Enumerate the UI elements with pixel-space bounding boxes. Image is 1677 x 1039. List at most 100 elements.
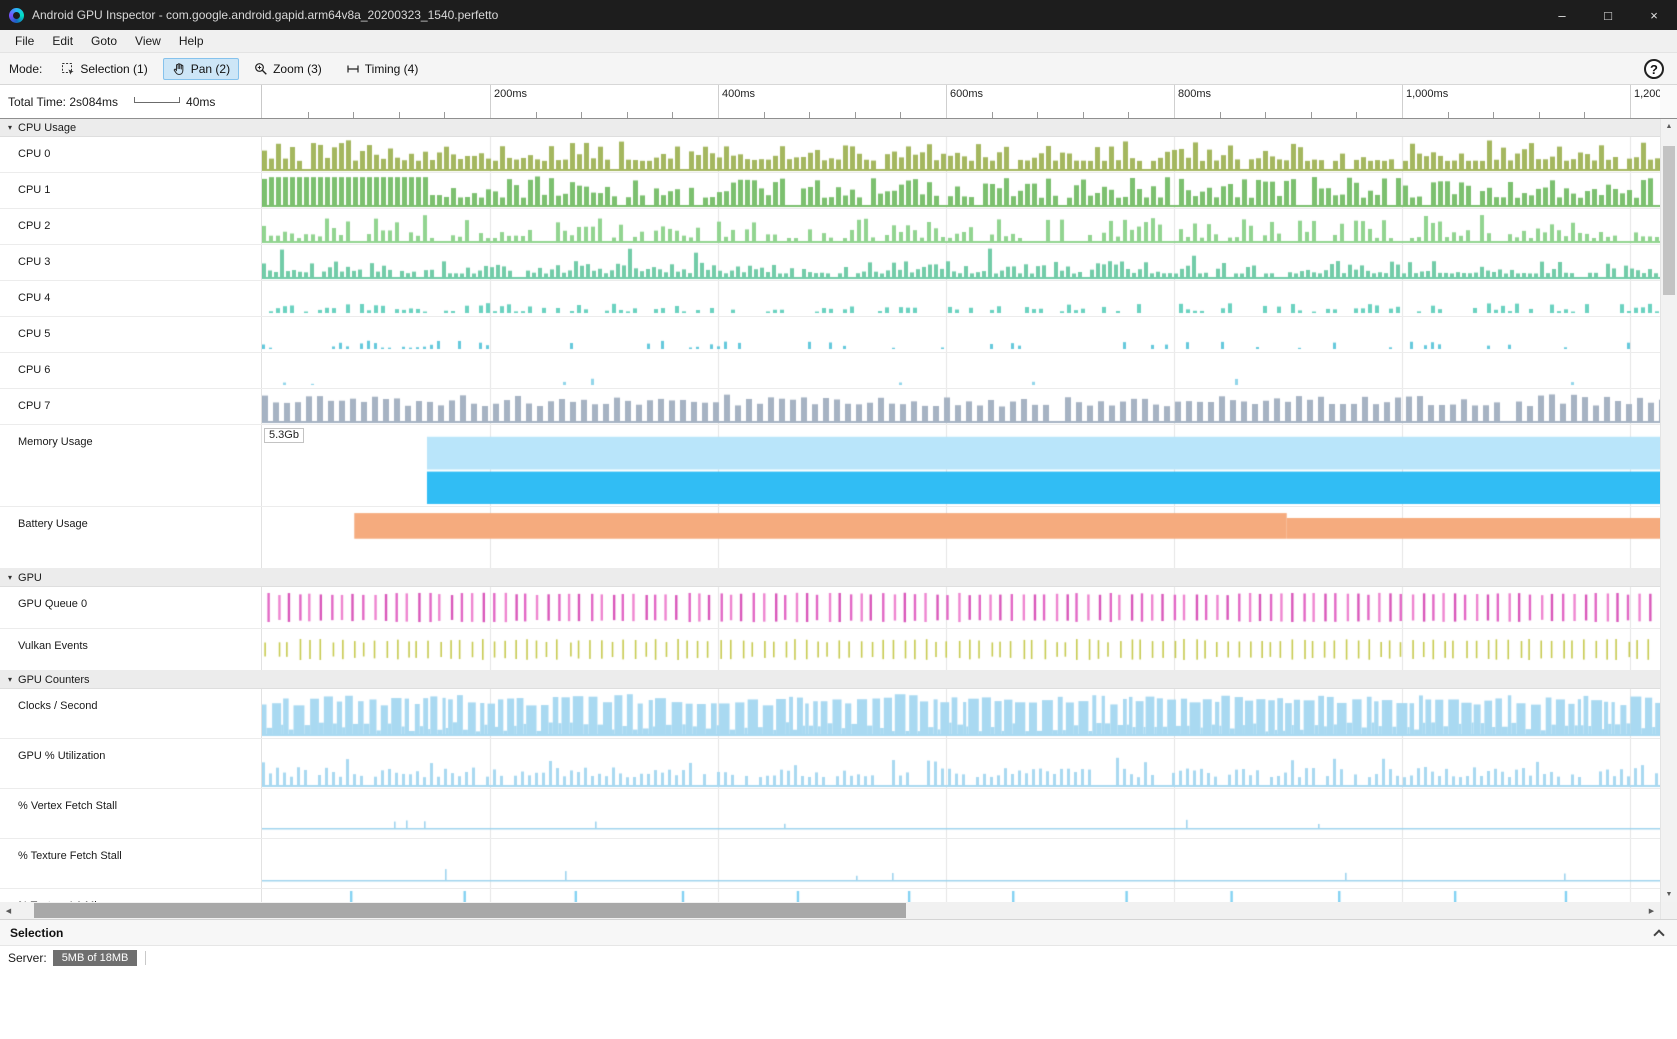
scroll-down-icon[interactable]: ▼: [1661, 887, 1677, 902]
chart-battery-usage[interactable]: [262, 507, 1660, 568]
chart-canvas-cpu-1[interactable]: [262, 173, 1660, 208]
help-button[interactable]: ?: [1644, 59, 1664, 79]
vertical-scrollbar-thumb[interactable]: [1663, 146, 1675, 295]
track-label-vertex-fetch-stall: % Vertex Fetch Stall: [0, 789, 262, 838]
menu-goto[interactable]: Goto: [82, 31, 126, 51]
collapse-icon: ▾: [8, 124, 12, 132]
menu-edit[interactable]: Edit: [43, 31, 82, 51]
horizontal-scrollbar[interactable]: ◀ ▶: [0, 902, 1677, 919]
chart-canvas-clocks-second[interactable]: [262, 689, 1660, 738]
mode-button-pan-2[interactable]: Pan (2): [163, 58, 239, 80]
chart-texture-l1-miss[interactable]: [262, 889, 1660, 902]
chart-canvas-texture-fetch-stall[interactable]: [262, 839, 1660, 888]
ruler-minor-tick: [1584, 112, 1585, 118]
track-row-battery-usage: Battery Usage: [0, 507, 1660, 569]
app-window: Android GPU Inspector - com.google.andro…: [0, 0, 1677, 1039]
ruler-corner: [1660, 85, 1677, 118]
minimize-button[interactable]: –: [1539, 0, 1585, 30]
ruler-minor-tick: [855, 112, 856, 118]
chart-canvas-texture-l1-miss[interactable]: [262, 889, 1660, 902]
chart-canvas-cpu-4[interactable]: [262, 281, 1660, 316]
chart-cpu-5[interactable]: [262, 317, 1660, 352]
mode-button-zoom-3[interactable]: Zoom (3): [245, 58, 331, 80]
pan-icon: [172, 62, 186, 76]
ruler-minor-tick: [1128, 112, 1129, 118]
toolbar: Mode: Selection (1) Pan (2) Zoom (3) Timing…: [0, 53, 1677, 85]
maximize-button[interactable]: □: [1585, 0, 1631, 30]
scroll-up-icon[interactable]: ▲: [1661, 119, 1677, 134]
track-row-cpu-1: CPU 1: [0, 173, 1660, 209]
chart-cpu-4[interactable]: [262, 281, 1660, 316]
mode-button-label: Selection (1): [80, 62, 147, 76]
chart-cpu-6[interactable]: [262, 353, 1660, 388]
chart-vulkan-events[interactable]: [262, 629, 1660, 670]
chart-cpu-3[interactable]: [262, 245, 1660, 280]
chart-vertex-fetch-stall[interactable]: [262, 789, 1660, 838]
chart-canvas-battery-usage[interactable]: [262, 507, 1660, 568]
track-label-cpu-2: CPU 2: [0, 209, 262, 244]
close-button[interactable]: ×: [1631, 0, 1677, 30]
section-cpu-usage[interactable]: ▾ CPU Usage: [0, 119, 1660, 137]
chart-canvas-vulkan-events[interactable]: [262, 629, 1660, 670]
scroll-left-icon[interactable]: ◀: [0, 902, 17, 919]
ruler-minor-tick: [399, 112, 400, 118]
mode-button-timing-4[interactable]: Timing (4): [337, 58, 428, 80]
chart-canvas-cpu-3[interactable]: [262, 245, 1660, 280]
chart-clocks-second[interactable]: [262, 689, 1660, 738]
ruler-tick-label: 1,000ms: [1406, 88, 1448, 100]
horizontal-scrollbar-thumb[interactable]: [34, 903, 906, 918]
chart-canvas-cpu-2[interactable]: [262, 209, 1660, 244]
chart-cpu-2[interactable]: [262, 209, 1660, 244]
selection-panel-header[interactable]: Selection: [0, 919, 1677, 945]
menu-help[interactable]: Help: [170, 31, 213, 51]
track-row-cpu-0: CPU 0: [0, 137, 1660, 173]
app-logo-icon: [9, 8, 24, 23]
mode-button-label: Zoom (3): [273, 62, 322, 76]
menu-file[interactable]: File: [6, 31, 43, 51]
collapse-icon: ▾: [8, 574, 12, 582]
section-label: GPU Counters: [18, 674, 90, 686]
chart-canvas-gpu-utilization[interactable]: [262, 739, 1660, 788]
chart-canvas-gpu-queue-0[interactable]: [262, 587, 1660, 628]
section-gpu[interactable]: ▾GPU: [0, 569, 1660, 587]
server-label: Server:: [8, 951, 47, 965]
chart-canvas-vertex-fetch-stall[interactable]: [262, 789, 1660, 838]
track-label-texture-fetch-stall: % Texture Fetch Stall: [0, 839, 262, 888]
track-row-gpu-queue-0: GPU Queue 0: [0, 587, 1660, 629]
section-label: CPU Usage: [18, 122, 76, 134]
chart-canvas-cpu-5[interactable]: [262, 317, 1660, 352]
ruler-scale[interactable]: 200ms400ms600ms800ms1,000ms1,200ms: [262, 85, 1660, 118]
scroll-right-icon[interactable]: ▶: [1643, 902, 1660, 919]
chart-cpu-1[interactable]: [262, 173, 1660, 208]
statusbar: Server: 5MB of 18MB: [0, 945, 1677, 969]
track-row-cpu-4: CPU 4: [0, 281, 1660, 317]
track-label-cpu-6: CPU 6: [0, 353, 262, 388]
track-label-cpu-0: CPU 0: [0, 137, 262, 172]
chart-canvas-memory-usage[interactable]: [262, 425, 1660, 506]
vertical-scrollbar[interactable]: ▲ ▼: [1660, 119, 1677, 902]
chart-cpu-7[interactable]: [262, 389, 1660, 424]
timeline-ruler: Total Time: 2s084ms 40ms 200ms400ms600ms…: [0, 85, 1677, 119]
chart-texture-fetch-stall[interactable]: [262, 839, 1660, 888]
mode-button-label: Timing (4): [365, 62, 419, 76]
chart-gpu-queue-0[interactable]: [262, 587, 1660, 628]
chart-canvas-cpu-0[interactable]: [262, 137, 1660, 172]
track-row-cpu-2: CPU 2: [0, 209, 1660, 245]
chart-cpu-0[interactable]: [262, 137, 1660, 172]
track-label-memory-usage: Memory Usage: [0, 425, 262, 506]
track-row-cpu-7: CPU 7: [0, 389, 1660, 425]
menu-view[interactable]: View: [126, 31, 170, 51]
chart-canvas-cpu-7[interactable]: [262, 389, 1660, 424]
chart-memory-usage[interactable]: 5.3Gb: [262, 425, 1660, 506]
ruler-minor-tick: [900, 112, 901, 118]
ruler-minor-tick: [1356, 112, 1357, 118]
chart-canvas-cpu-6[interactable]: [262, 353, 1660, 388]
section-gpu-counters[interactable]: ▾GPU Counters: [0, 671, 1660, 689]
mode-label: Mode:: [9, 62, 42, 76]
ruler-minor-tick: [1539, 112, 1540, 118]
mode-button-selection-1[interactable]: Selection (1): [52, 58, 156, 80]
collapse-panel-icon[interactable]: [1653, 929, 1664, 940]
ruler-minor-tick: [308, 112, 309, 118]
menubar: FileEditGotoViewHelp: [0, 30, 1677, 53]
chart-gpu-utilization[interactable]: [262, 739, 1660, 788]
